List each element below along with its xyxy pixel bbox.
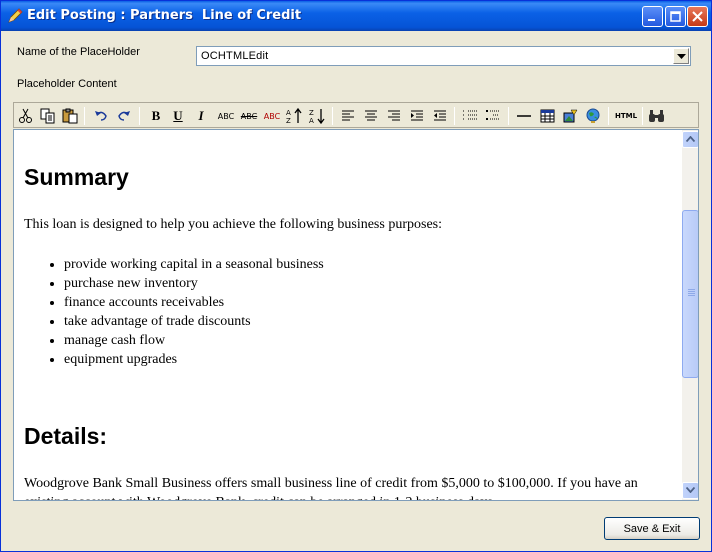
maximize-button[interactable]: [665, 6, 686, 27]
placeholder-name-value: OCHTMLEdit: [201, 50, 269, 62]
horizontal-rule-button[interactable]: [514, 106, 534, 126]
list-item: finance accounts receivables: [64, 293, 324, 312]
toolbar-separator: [642, 107, 643, 125]
svg-text:A: A: [309, 117, 314, 125]
minimize-button[interactable]: [642, 6, 663, 27]
sort-ascending-icon: AZ: [286, 107, 302, 125]
html-view-button[interactable]: HTML: [614, 106, 638, 126]
svg-text:A: A: [286, 109, 291, 117]
copy-icon: [40, 108, 55, 124]
hyperlink-button[interactable]: [583, 106, 603, 126]
insert-table-button[interactable]: [537, 106, 557, 126]
placeholder-name-select[interactable]: OCHTMLEdit: [196, 46, 691, 66]
table-icon: [540, 109, 554, 123]
bold-button[interactable]: B: [146, 106, 166, 126]
strikethrough-icon: ABC: [240, 111, 258, 121]
close-icon: [692, 11, 703, 22]
close-button[interactable]: [687, 6, 708, 27]
sort-descending-button[interactable]: ZA: [307, 106, 327, 126]
outdent-button[interactable]: [430, 106, 450, 126]
cut-icon: [19, 108, 32, 123]
pencil-icon: [8, 8, 23, 23]
bullet-list-icon: [486, 110, 499, 120]
purpose-list: provide working capital in a seasonal bu…: [24, 255, 324, 369]
strikethrough-button[interactable]: ABC: [238, 106, 260, 126]
find-button[interactable]: [647, 106, 667, 126]
toolbar-separator: [608, 107, 609, 125]
scroll-down-button[interactable]: [682, 482, 698, 499]
chevron-down-icon: [686, 487, 695, 493]
align-right-button[interactable]: [384, 106, 404, 126]
maximize-icon: [670, 11, 681, 22]
bold-icon: B: [151, 108, 161, 123]
align-left-icon: [342, 110, 354, 121]
toolbar-separator: [139, 107, 140, 125]
indent-icon: [411, 110, 423, 121]
editor-toolbar: B U I ABC ABC ABC AZ ZA HTML: [13, 102, 699, 128]
paste-button[interactable]: [60, 106, 80, 126]
chevron-down-icon: [677, 54, 686, 59]
find-icon: [649, 110, 664, 122]
underline-icon: U: [173, 108, 183, 123]
horizontal-rule-icon: [517, 115, 531, 117]
scroll-thumb[interactable]: [682, 210, 698, 378]
title-bar[interactable]: Edit Posting : Partners Line of Credit: [1, 1, 711, 31]
superscript-button[interactable]: ABC: [215, 106, 237, 126]
summary-heading: Summary: [24, 164, 129, 190]
undo-icon: [95, 111, 107, 121]
image-icon: [563, 109, 578, 123]
italic-button[interactable]: I: [191, 106, 211, 126]
list-item: manage cash flow: [64, 331, 324, 350]
chevron-up-icon: [686, 136, 695, 142]
italic-icon: I: [198, 108, 204, 123]
paste-icon: [62, 108, 78, 124]
font-color-icon: ABC: [263, 111, 281, 121]
window-title: Edit Posting : Partners Line of Credit: [27, 8, 302, 23]
save-and-exit-button[interactable]: Save & Exit: [604, 517, 700, 540]
redo-button[interactable]: [114, 106, 134, 126]
redo-icon: [118, 111, 130, 121]
placeholder-content-label: Placeholder Content: [17, 78, 117, 90]
sort-descending-icon: ZA: [309, 109, 325, 125]
hyperlink-icon: [586, 108, 600, 123]
align-center-button[interactable]: [361, 106, 381, 126]
indent-button[interactable]: [407, 106, 427, 126]
sort-ascending-button[interactable]: AZ: [284, 106, 304, 126]
edit-posting-window: Edit Posting : Partners Line of Credit N…: [0, 0, 712, 552]
toolbar-separator: [508, 107, 509, 125]
scroll-up-button[interactable]: [682, 131, 698, 148]
align-center-icon: [365, 110, 377, 121]
toolbar-separator: [84, 107, 85, 125]
undo-button[interactable]: [91, 106, 111, 126]
insert-image-button[interactable]: [560, 106, 580, 126]
dropdown-button[interactable]: [673, 48, 689, 64]
details-heading: Details:: [24, 423, 108, 449]
bullet-list-button[interactable]: [483, 106, 503, 126]
align-left-button[interactable]: [338, 106, 358, 126]
list-item: take advantage of trade discounts: [64, 312, 324, 331]
superscript-icon: ABC: [217, 111, 235, 121]
placeholder-name-label: Name of the PlaceHolder: [17, 46, 140, 58]
underline-button[interactable]: U: [168, 106, 188, 126]
font-color-button[interactable]: ABC: [261, 106, 283, 126]
details-paragraph: Woodgrove Bank Small Business offers sma…: [24, 476, 638, 500]
intro-paragraph: This loan is designed to help you achiev…: [24, 217, 442, 232]
numbered-list-icon: [463, 110, 477, 120]
outdent-icon: [434, 110, 446, 121]
minimize-icon: [648, 19, 655, 21]
vertical-scrollbar[interactable]: [682, 130, 698, 500]
align-right-icon: [388, 110, 400, 121]
list-item: equipment upgrades: [64, 350, 324, 369]
svg-text:Z: Z: [286, 117, 291, 125]
toolbar-separator: [332, 107, 333, 125]
copy-button[interactable]: [38, 106, 58, 126]
html-editor-area[interactable]: Summary This loan is designed to help yo…: [13, 129, 699, 501]
svg-text:Z: Z: [309, 109, 314, 117]
list-item: provide working capital in a seasonal bu…: [64, 255, 324, 274]
html-icon: HTML: [614, 112, 638, 120]
numbered-list-button[interactable]: [460, 106, 480, 126]
toolbar-separator: [454, 107, 455, 125]
cut-button[interactable]: [16, 106, 36, 126]
list-item: purchase new inventory: [64, 274, 324, 293]
